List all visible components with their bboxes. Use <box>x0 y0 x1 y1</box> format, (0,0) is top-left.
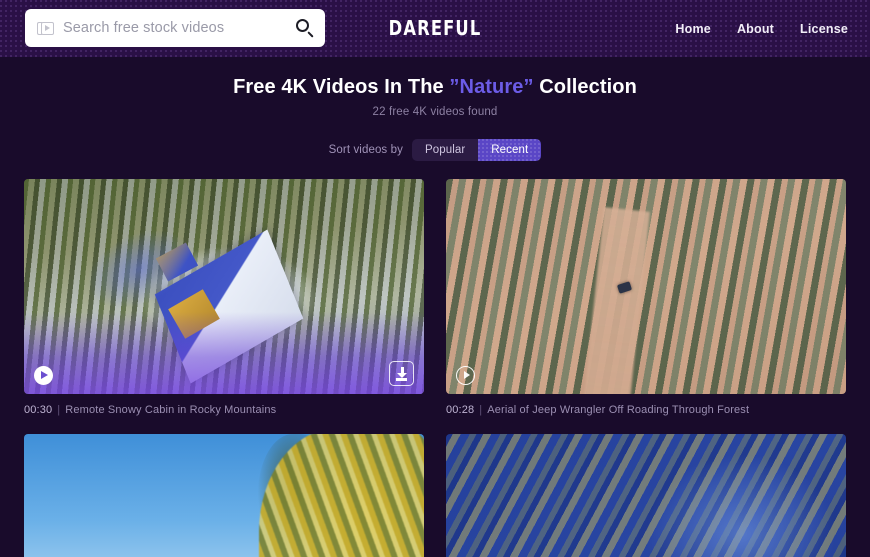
search-icon[interactable] <box>295 18 315 38</box>
sort-toggle: Popular Recent <box>411 139 542 161</box>
play-icon[interactable] <box>34 366 53 385</box>
page-title-suffix: Collection <box>533 76 637 98</box>
video-card[interactable]: 00:28 | Aerial of Jeep Wrangler Off Roadin… <box>446 179 846 416</box>
thumbnail-art <box>646 454 836 557</box>
results-count: 22 free 4K videos found <box>372 106 498 118</box>
video-title[interactable]: Remote Snowy Cabin in Rocky Mountains <box>65 404 276 416</box>
search-input[interactable] <box>54 20 295 36</box>
page-title-prefix: Free 4K Videos In The <box>233 76 450 98</box>
download-icon[interactable] <box>389 361 414 386</box>
page-title-accent: ”Nature” <box>449 76 534 98</box>
video-stack-icon <box>37 21 54 36</box>
video-card[interactable] <box>24 434 424 557</box>
video-card[interactable] <box>446 434 846 557</box>
video-thumbnail[interactable] <box>446 179 846 394</box>
video-thumbnail[interactable] <box>446 434 846 557</box>
site-header: DAREFUL Home About License <box>0 0 870 57</box>
video-grid: 00:30 | Remote Snowy Cabin in Rocky Mounta… <box>24 179 846 557</box>
video-duration: 00:30 <box>24 404 53 416</box>
caption-separator: | <box>479 404 483 416</box>
page-title: Free 4K Videos In The ”Nature” Collectio… <box>0 75 870 100</box>
nav-item-about[interactable]: About <box>737 22 774 36</box>
sort-label: Sort videos by <box>328 144 403 156</box>
sort-option-recent[interactable]: Recent <box>478 139 542 161</box>
title-block: Free 4K Videos In The ”Nature” Collectio… <box>0 57 870 118</box>
play-icon[interactable] <box>456 366 475 385</box>
main-nav: Home About License <box>675 0 848 57</box>
nav-item-home[interactable]: Home <box>675 22 711 36</box>
nav-item-license[interactable]: License <box>800 22 848 36</box>
video-card[interactable]: 00:30 | Remote Snowy Cabin in Rocky Mounta… <box>24 179 424 416</box>
site-logo-link[interactable] <box>385 14 485 42</box>
search-box[interactable] <box>25 9 325 47</box>
video-thumbnail[interactable] <box>24 434 424 557</box>
video-title[interactable]: Aerial of Jeep Wrangler Off Roading Thro… <box>487 404 749 416</box>
sort-option-popular[interactable]: Popular <box>411 139 479 161</box>
video-thumbnail[interactable] <box>24 179 424 394</box>
video-duration: 00:28 <box>446 404 475 416</box>
video-caption: 00:30 | Remote Snowy Cabin in Rocky Mounta… <box>24 404 424 416</box>
video-caption: 00:28 | Aerial of Jeep Wrangler Off Roadin… <box>446 404 846 416</box>
thumbnail-art <box>584 207 650 394</box>
sort-bar: Sort videos by Popular Recent <box>0 139 870 161</box>
caption-separator: | <box>57 404 61 416</box>
